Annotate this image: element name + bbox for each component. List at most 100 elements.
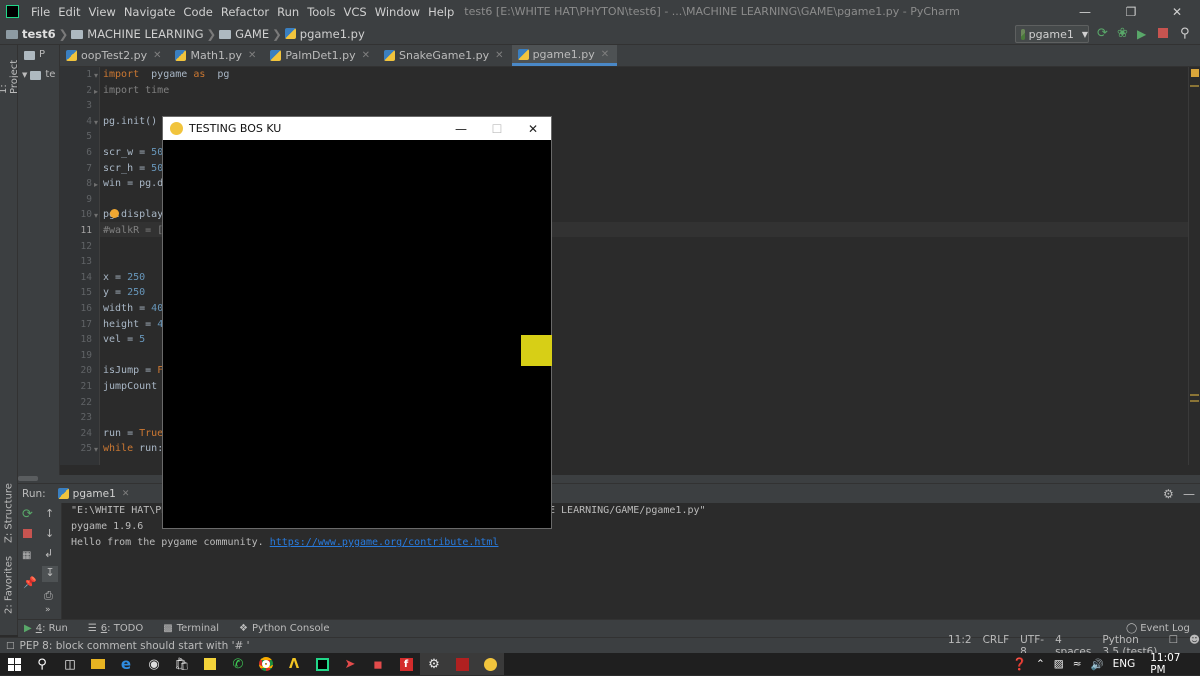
pygame-taskbar-icon[interactable] <box>476 653 504 675</box>
run-tool-tab[interactable]: ▶ 4: Run <box>18 623 78 634</box>
app-icon[interactable]: ◼ <box>364 653 392 675</box>
scrollbar-thumb[interactable] <box>18 476 38 481</box>
fold-marker-icon[interactable]: ▸ <box>94 180 98 189</box>
rerun-icon[interactable]: ⟳ <box>22 507 33 522</box>
minimize-button[interactable]: — <box>1062 0 1108 23</box>
edge-icon[interactable]: e <box>112 653 140 675</box>
close-tab-icon[interactable]: ✕ <box>495 50 503 61</box>
close-tab-icon[interactable]: ✕ <box>601 49 609 60</box>
more-icon[interactable]: » <box>45 605 51 615</box>
editor-tab-math1[interactable]: Math1.py ✕ <box>169 45 264 66</box>
pin-icon[interactable]: 📌 <box>23 576 37 589</box>
menu-item-vcs[interactable]: VCS <box>340 5 371 19</box>
close-tab-icon[interactable]: ✕ <box>362 50 370 61</box>
fold-marker-icon[interactable]: ▾ <box>94 118 98 127</box>
network-icon[interactable]: ▨ <box>1054 658 1064 670</box>
structure-tool-tab[interactable]: Z: Structure <box>1 483 17 543</box>
pygame-close-button[interactable]: ✕ <box>515 117 551 140</box>
editor-tab-snakegame1[interactable]: SnakeGame1.py ✕ <box>378 45 512 66</box>
close-button[interactable]: ✕ <box>1154 0 1200 23</box>
close-tab-icon[interactable]: ✕ <box>122 489 130 499</box>
print-icon[interactable]: ⎙ <box>44 589 53 603</box>
foxit-icon[interactable]: f <box>392 653 420 675</box>
breadcrumb-project[interactable]: test6 <box>22 27 56 41</box>
menu-item-tools[interactable]: Tools <box>303 5 339 19</box>
paper-plane-icon[interactable]: ➤ <box>336 653 364 675</box>
favorites-tool-tab[interactable]: 2: Favorites <box>1 555 17 615</box>
whatsapp-icon[interactable]: ✆ <box>224 653 252 675</box>
wifi-icon[interactable]: ≈ <box>1073 658 1082 670</box>
lightbulb-icon[interactable] <box>110 209 119 218</box>
fold-marker-icon[interactable]: ▾ <box>94 211 98 220</box>
rerun-icon[interactable]: ⟳ <box>1097 27 1111 41</box>
terminal-tool-tab[interactable]: ▩ Terminal <box>153 623 229 634</box>
sticky-notes-icon[interactable] <box>196 653 224 675</box>
steam-icon[interactable]: ⚙ <box>420 653 448 675</box>
status-toggle-icon[interactable]: □ <box>6 641 15 651</box>
menu-item-window[interactable]: Window <box>371 5 424 19</box>
gear-icon[interactable]: ⚙ <box>1163 487 1174 501</box>
editor-tab-ooptest2[interactable]: oopTest2.py ✕ <box>60 45 169 66</box>
python-console-tool-tab[interactable]: ❖ Python Console <box>229 623 340 634</box>
warning-stripe-mark[interactable] <box>1190 400 1199 402</box>
store-icon[interactable]: 🛍 <box>168 653 196 675</box>
help-icon[interactable]: ❓ <box>1012 657 1027 671</box>
input-language[interactable]: ENG <box>1113 658 1136 670</box>
clock[interactable]: 11:07 PM <box>1150 652 1180 676</box>
pygame-minimize-button[interactable]: — <box>443 117 479 140</box>
menu-item-edit[interactable]: Edit <box>54 5 84 19</box>
pygame-window-titlebar[interactable]: TESTING BOS KU — ☐ ✕ <box>163 117 551 140</box>
menu-item-navigate[interactable]: Navigate <box>120 5 180 19</box>
menu-item-file[interactable]: File <box>27 5 54 19</box>
chrome-icon[interactable] <box>252 653 280 675</box>
editor-error-stripe[interactable] <box>1188 67 1200 465</box>
layout-icon[interactable]: ▦ <box>22 550 31 561</box>
scroll-to-end-icon[interactable]: ↧ <box>42 566 58 582</box>
run-config-select[interactable]: pgame1 ▼ <box>1015 25 1089 43</box>
menu-item-run[interactable]: Run <box>273 5 303 19</box>
pygame-window[interactable]: TESTING BOS KU — ☐ ✕ <box>162 116 552 529</box>
event-log-tab[interactable]: ◯ Event Log <box>1126 623 1190 634</box>
stop-icon[interactable] <box>23 529 32 538</box>
down-arrow-icon[interactable]: ↓ <box>45 527 54 540</box>
menu-item-view[interactable]: View <box>85 5 120 19</box>
project-tree-root[interactable]: ▼ te <box>22 69 55 80</box>
editor-tab-pgame1[interactable]: pgame1.py ✕ <box>511 45 618 66</box>
restore-button[interactable]: ❐ <box>1108 0 1154 23</box>
dota-icon[interactable] <box>448 653 476 675</box>
fold-marker-icon[interactable]: ▸ <box>94 87 98 96</box>
chevron-up-icon[interactable]: ⌃ <box>1036 658 1045 670</box>
menu-item-help[interactable]: Help <box>424 5 458 19</box>
todo-tool-tab[interactable]: ☰ 6: TODO <box>78 623 153 634</box>
coverage-icon[interactable]: ▶ <box>1137 27 1151 41</box>
project-tool-tab[interactable]: 1: Project <box>0 50 20 94</box>
debug-bug-icon[interactable]: ❀ <box>1117 27 1131 41</box>
breadcrumb-folder-ml[interactable]: MACHINE LEARNING <box>87 27 203 41</box>
soft-wrap-icon[interactable]: ↲ <box>44 547 53 560</box>
warning-marker-icon[interactable] <box>1191 69 1199 77</box>
breadcrumb-folder-game[interactable]: GAME <box>235 27 269 41</box>
pygame-maximize-button[interactable]: ☐ <box>479 117 515 140</box>
search-icon[interactable]: ⚲ <box>28 653 56 675</box>
fold-marker-icon[interactable]: ▾ <box>94 71 98 80</box>
windows-start-icon[interactable] <box>0 653 28 675</box>
norton-icon[interactable]: Λ <box>280 653 308 675</box>
breadcrumb-file[interactable]: pgame1.py <box>300 27 365 41</box>
file-explorer-icon[interactable] <box>84 653 112 675</box>
close-tab-icon[interactable]: ✕ <box>248 50 256 61</box>
search-icon[interactable]: ⚲ <box>1180 27 1194 41</box>
volume-icon[interactable]: 🔊 <box>1091 658 1104 671</box>
menu-item-code[interactable]: Code <box>179 5 216 19</box>
editor-tab-palmdet1[interactable]: PalmDet1.py ✕ <box>264 45 378 66</box>
run-tab[interactable]: pgame1 ✕ <box>57 488 130 500</box>
warning-stripe-mark[interactable] <box>1190 394 1199 396</box>
close-tab-icon[interactable]: ✕ <box>153 50 161 61</box>
fold-marker-icon[interactable]: ▾ <box>94 445 98 454</box>
hide-panel-icon[interactable]: — <box>1183 487 1195 501</box>
pycharm-taskbar-icon[interactable] <box>308 653 336 675</box>
stop-icon[interactable] <box>1158 28 1168 38</box>
pygame-contribute-link[interactable]: https://www.pygame.org/contribute.html <box>270 537 499 548</box>
up-arrow-icon[interactable]: ↑ <box>45 507 54 520</box>
menu-item-refactor[interactable]: Refactor <box>217 5 273 19</box>
warning-stripe-mark[interactable] <box>1190 85 1199 87</box>
